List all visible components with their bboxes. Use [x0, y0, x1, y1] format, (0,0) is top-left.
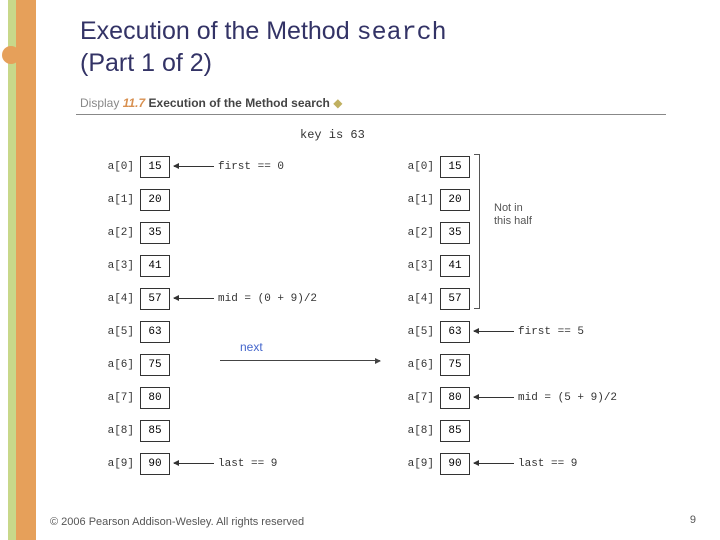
- table-row: a[6] 75: [400, 348, 617, 381]
- table-row: a[5] 63 first == 5: [400, 315, 617, 348]
- table-row: a[7] 80: [100, 381, 317, 414]
- figure-caption: Display 11.7 Execution of the Method sea…: [80, 96, 342, 110]
- cell-index: a[1]: [100, 194, 134, 206]
- cell-value: 35: [440, 222, 470, 244]
- cell-index: a[5]: [100, 326, 134, 338]
- cell-index: a[1]: [400, 194, 434, 206]
- table-row: a[2] 35: [100, 216, 317, 249]
- array-left: a[0] 15 first == 0 a[1]20 a[2]35 a[3]41 …: [100, 150, 317, 480]
- title-text-a: Execution of the Method: [80, 17, 357, 45]
- table-row: a[1] 20: [100, 183, 317, 216]
- cell-value: 75: [140, 354, 170, 376]
- cell-index: a[9]: [100, 458, 134, 470]
- key-caption: key is 63: [300, 128, 365, 142]
- cell-value: 20: [440, 189, 470, 211]
- cell-value: 85: [440, 420, 470, 442]
- sidebar-dot: [2, 46, 20, 64]
- cell-index: a[2]: [400, 227, 434, 239]
- note-mid: mid = (5 + 9)/2: [518, 392, 617, 404]
- cell-value: 15: [440, 156, 470, 178]
- note-mid: mid = (0 + 9)/2: [218, 293, 317, 305]
- horizontal-rule: [76, 114, 666, 115]
- array-right: a[0] 15 a[1] 20 a[2] 35 a[3] 41 a[4] 57 a[5] …: [400, 150, 617, 480]
- not-in-line2: this half: [494, 215, 532, 227]
- cell-value: 41: [140, 255, 170, 277]
- cell-value: 90: [440, 453, 470, 475]
- cell-index: a[8]: [100, 425, 134, 437]
- table-row: a[3] 41: [400, 249, 617, 282]
- cell-index: a[6]: [100, 359, 134, 371]
- next-label: next: [240, 340, 263, 354]
- arrow-left-icon: [474, 331, 514, 332]
- cell-index: a[6]: [400, 359, 434, 371]
- title-part: (Part 1 of 2): [80, 49, 212, 77]
- caption-diamond-icon: ◆: [333, 96, 342, 110]
- cell-index: a[3]: [400, 260, 434, 272]
- table-row: a[9] 90 last == 9: [100, 447, 317, 480]
- arrow-left-icon: [174, 166, 214, 167]
- cell-index: a[2]: [100, 227, 134, 239]
- table-row: a[3] 41: [100, 249, 317, 282]
- sidebar-stripe-orange: [16, 0, 36, 540]
- cell-value: 63: [140, 321, 170, 343]
- caption-text: Execution of the Method search: [149, 96, 330, 110]
- cell-value: 90: [140, 453, 170, 475]
- cell-value: 20: [140, 189, 170, 211]
- cell-value: 80: [440, 387, 470, 409]
- cell-index: a[5]: [400, 326, 434, 338]
- cell-index: a[4]: [400, 293, 434, 305]
- cell-value: 15: [140, 156, 170, 178]
- arrow-left-icon: [474, 397, 514, 398]
- cell-index: a[0]: [100, 161, 134, 173]
- caption-number: 11.7: [123, 96, 145, 110]
- arrow-left-icon: [174, 463, 214, 464]
- copyright-footer: © 2006 Pearson Addison-Wesley. All right…: [50, 516, 304, 528]
- caption-prefix: Display: [80, 96, 119, 110]
- cell-value: 63: [440, 321, 470, 343]
- table-row: a[8] 85: [400, 414, 617, 447]
- table-row: a[0] 15: [400, 150, 617, 183]
- table-row: a[9] 90 last == 9: [400, 447, 617, 480]
- note-first: first == 5: [518, 326, 584, 338]
- not-in-line1: Not in: [494, 202, 523, 214]
- note-last: last == 9: [218, 458, 277, 470]
- cell-value: 85: [140, 420, 170, 442]
- title-code: search: [357, 18, 447, 47]
- cell-value: 41: [440, 255, 470, 277]
- cell-index: a[9]: [400, 458, 434, 470]
- table-row: a[6] 75: [100, 348, 317, 381]
- cell-index: a[4]: [100, 293, 134, 305]
- table-row: a[7] 80 mid = (5 + 9)/2: [400, 381, 617, 414]
- next-arrow-icon: [220, 360, 380, 361]
- arrow-left-icon: [474, 463, 514, 464]
- cell-value: 57: [140, 288, 170, 310]
- decorative-sidebar: [0, 0, 36, 540]
- cell-index: a[8]: [400, 425, 434, 437]
- page-number: 9: [690, 514, 696, 526]
- not-in-half-note: Not in this half: [494, 202, 532, 228]
- table-row: a[4] 57 mid = (0 + 9)/2: [100, 282, 317, 315]
- cell-index: a[0]: [400, 161, 434, 173]
- brace-icon: [474, 154, 480, 309]
- cell-value: 80: [140, 387, 170, 409]
- cell-index: a[7]: [400, 392, 434, 404]
- cell-value: 75: [440, 354, 470, 376]
- slide-title: Execution of the Method search (Part 1 o…: [80, 16, 447, 78]
- arrow-left-icon: [174, 298, 214, 299]
- table-row: a[4] 57: [400, 282, 617, 315]
- table-row: a[8] 85: [100, 414, 317, 447]
- table-row: a[0] 15 first == 0: [100, 150, 317, 183]
- note-last: last == 9: [518, 458, 577, 470]
- table-row: a[5] 63: [100, 315, 317, 348]
- cell-index: a[7]: [100, 392, 134, 404]
- cell-value: 57: [440, 288, 470, 310]
- note-first: first == 0: [218, 161, 284, 173]
- cell-value: 35: [140, 222, 170, 244]
- cell-index: a[3]: [100, 260, 134, 272]
